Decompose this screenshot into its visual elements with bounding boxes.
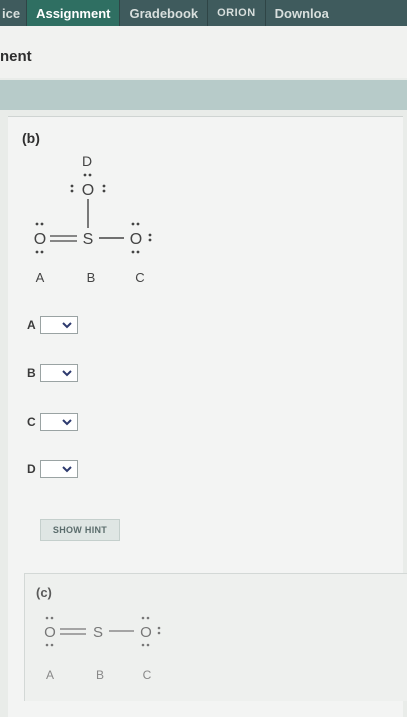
- answer-row-d: D: [27, 460, 78, 478]
- page-header: nent: [0, 26, 407, 78]
- chevron-down-icon: [62, 369, 72, 376]
- answer-select-a[interactable]: [40, 316, 78, 334]
- answer-label-d: D: [27, 462, 36, 476]
- nav-tab-assignment[interactable]: Assignment: [27, 0, 121, 26]
- atom-right-oxygen: O: [140, 624, 152, 641]
- atom-left-oxygen: O: [44, 624, 56, 641]
- atom-letter-b: B: [87, 270, 96, 285]
- answer-select-d[interactable]: [40, 460, 78, 478]
- chevron-down-icon: [62, 465, 72, 472]
- atom-letter-a: A: [36, 270, 45, 285]
- atom-letter-c: C: [135, 270, 144, 285]
- part-c-label: (c): [36, 585, 52, 600]
- atom-sulfur: S: [83, 231, 94, 248]
- atom-top-oxygen: O: [82, 182, 94, 199]
- top-nav: ice Assignment Gradebook ORION Downloa: [0, 0, 407, 26]
- show-hint-button[interactable]: SHOW HINT: [40, 519, 120, 541]
- atom-letter-d: D: [82, 153, 92, 169]
- answer-label-a: A: [27, 318, 36, 332]
- page-title: nent: [0, 48, 32, 65]
- answer-label-b: B: [27, 366, 36, 380]
- answer-label-c: C: [27, 415, 36, 429]
- nav-tab-download[interactable]: Downloa: [266, 0, 329, 26]
- part-c-lewis-structure: O S O A B C: [44, 616, 161, 682]
- nav-tab-gradebook[interactable]: Gradebook: [120, 0, 209, 26]
- chevron-down-icon: [62, 321, 72, 328]
- atom-sulfur: S: [93, 624, 103, 641]
- answer-row-a: A: [27, 316, 78, 334]
- atom-letter-b: B: [96, 668, 104, 682]
- atom-right-oxygen: O: [130, 231, 142, 248]
- nav-tab-orion[interactable]: ORION: [208, 0, 266, 26]
- answer-select-c[interactable]: [40, 413, 78, 431]
- part-b-lewis-structure: D O O S O A B C: [34, 153, 152, 285]
- answer-row-c: C: [27, 413, 78, 431]
- chevron-down-icon: [62, 418, 72, 425]
- atom-letter-a: A: [46, 668, 54, 682]
- answer-select-b[interactable]: [40, 364, 78, 382]
- section-bar: [0, 80, 407, 110]
- nav-tab-practice[interactable]: ice: [0, 0, 28, 26]
- atom-left-oxygen: O: [34, 231, 46, 248]
- atom-letter-c: C: [143, 668, 152, 682]
- answer-row-b: B: [27, 364, 78, 382]
